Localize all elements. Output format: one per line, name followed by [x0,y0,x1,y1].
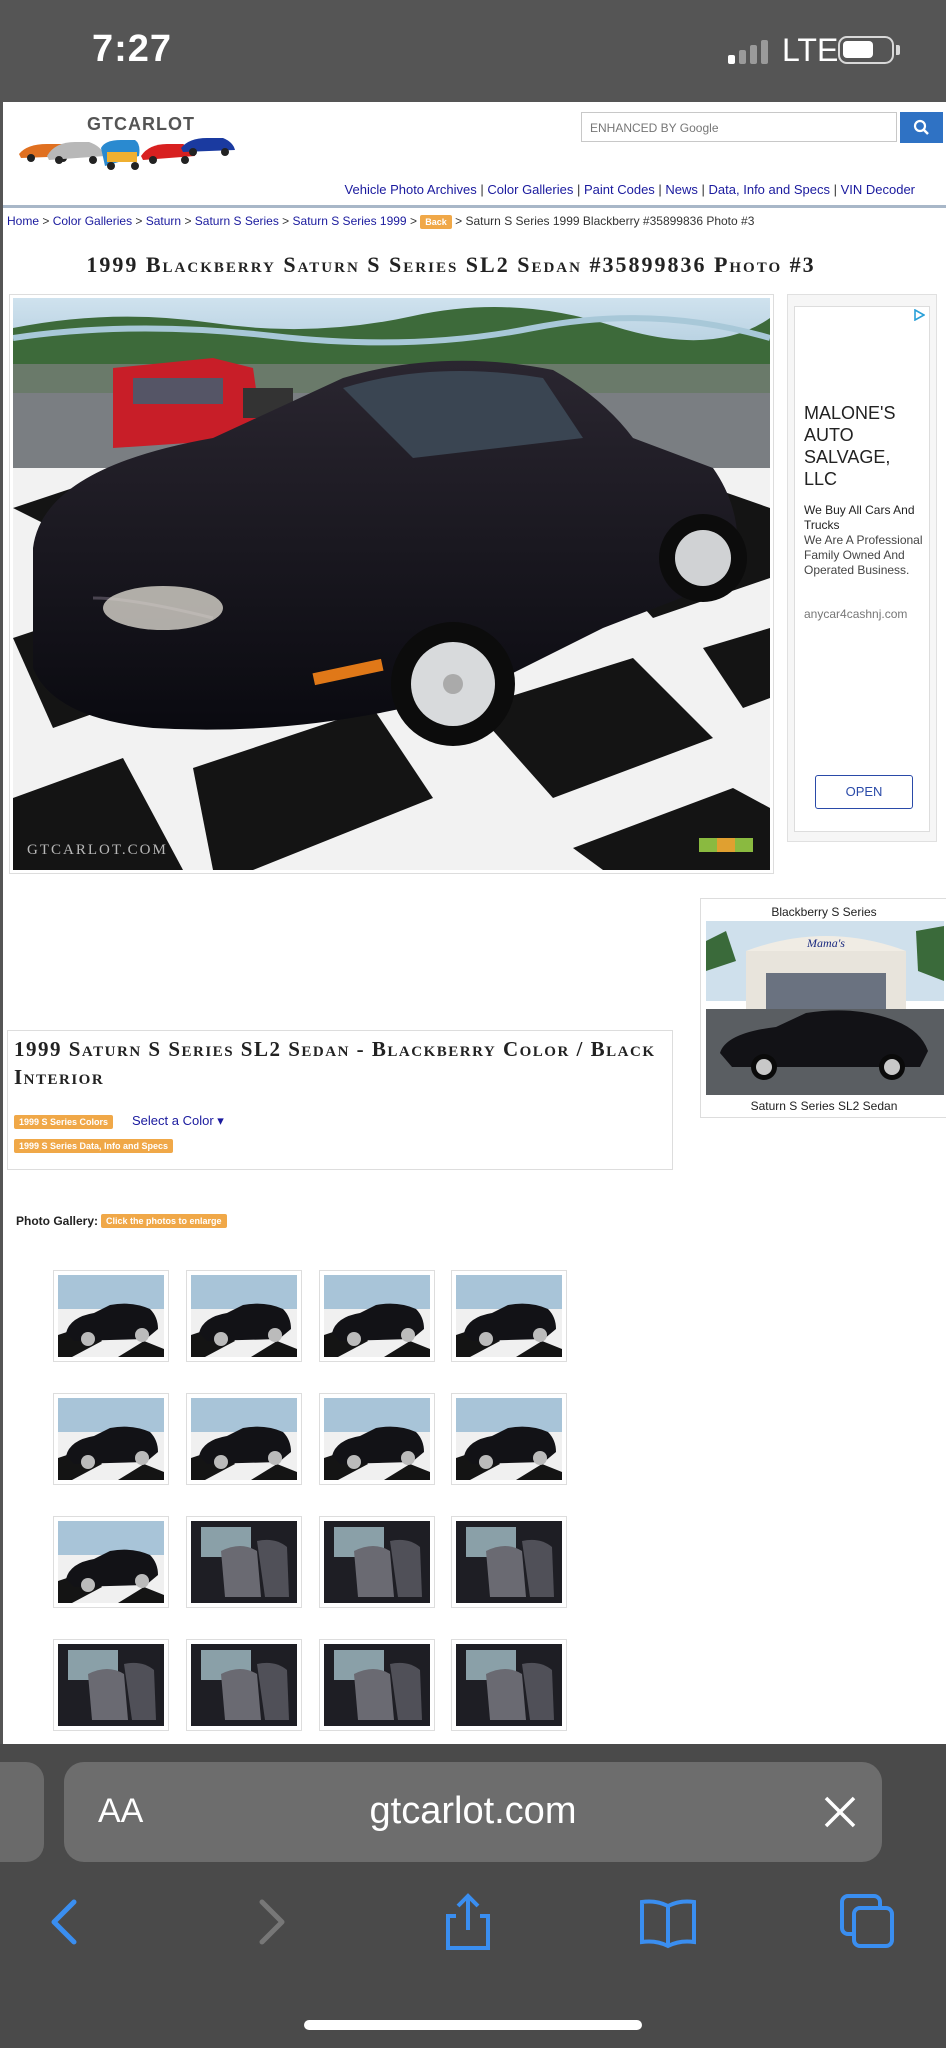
breadcrumb-home[interactable]: Home [7,214,39,228]
breadcrumb: Home > Color Galleries > Saturn > Saturn… [7,214,755,229]
exterior-photo[interactable] [456,1275,562,1357]
gallery-label: Photo Gallery: [16,1214,99,1228]
interior-photo[interactable] [324,1644,430,1726]
gallery-thumbnail[interactable] [319,1516,435,1608]
search-icon [913,119,929,135]
search-placeholder: ENHANCED BY Google [590,121,719,135]
gallery-thumbnail[interactable] [451,1516,567,1608]
exterior-photo[interactable] [58,1275,164,1357]
dealership-sign: Mama's [806,936,845,950]
browser-toolbar: AA gtcarlot.com [0,1744,946,2048]
vehicle-title: 1999 Saturn S Series SL2 Sedan - Blackbe… [14,1037,656,1089]
select-color-dropdown[interactable]: Select a Color ▾ [132,1113,224,1129]
url-text: gtcarlot.com [369,1790,577,1832]
header-divider [3,205,946,208]
top-nav: Vehicle Photo Archives | Color Galleries… [344,182,915,197]
related-car-photo[interactable]: Mama's [706,921,944,1095]
nav-link-data-specs[interactable]: Data, Info and Specs [709,182,830,197]
back-icon[interactable] [36,1892,96,1952]
data-specs-link[interactable]: 1999 S Series Data, Info and Specs [14,1139,174,1153]
gallery-hint: Click the photos to enlarge [101,1214,227,1228]
ad-company-name: MALONE'S AUTO SALVAGE, LLC [804,403,896,489]
ad-url: anycar4cashnj.com [804,607,908,621]
breadcrumb-current: Saturn S Series 1999 Blackberry #3589983… [465,214,755,228]
nav-link-news[interactable]: News [665,182,698,197]
gallery-thumbnail[interactable] [186,1516,302,1608]
nav-link-paint-codes[interactable]: Paint Codes [584,182,655,197]
colors-link[interactable]: 1999 S Series Colors [14,1115,114,1129]
interior-photo[interactable] [324,1521,430,1603]
interior-photo[interactable] [456,1521,562,1603]
nav-link-vin-decoder[interactable]: VIN Decoder [841,182,915,197]
ad-unit[interactable]: MALONE'S AUTO SALVAGE, LLC We Buy All Ca… [794,306,930,832]
search-button[interactable] [900,112,943,143]
ad-headline: We Buy All Cars And Trucks [804,503,915,532]
share-icon[interactable] [438,1892,498,1952]
exterior-photo[interactable] [191,1275,297,1357]
nav-link-color-galleries[interactable]: Color Galleries [487,182,573,197]
exterior-photo[interactable] [324,1275,430,1357]
tabs-icon[interactable] [838,1892,898,1952]
back-button[interactable]: Back [420,214,452,229]
interior-photo[interactable] [191,1521,297,1603]
gallery-thumbnail[interactable] [451,1639,567,1731]
gallery-thumbnail[interactable] [319,1270,435,1362]
gallery-thumbnail[interactable] [451,1270,567,1362]
gallery-thumbnail[interactable] [186,1270,302,1362]
breadcrumb-saturn-s-series-1999[interactable]: Saturn S Series 1999 [293,214,407,228]
gallery-thumbnail[interactable] [451,1393,567,1485]
gallery-thumbnail[interactable] [53,1516,169,1608]
related-card[interactable]: Blackberry S Series Mama's Saturn S Seri… [700,898,946,1118]
status-time: 7:27 [92,28,173,70]
breadcrumb-saturn-s-series[interactable]: Saturn S Series [195,214,279,228]
address-bar[interactable]: AA gtcarlot.com [64,1762,882,1862]
nav-link-photo-archives[interactable]: Vehicle Photo Archives [345,182,477,197]
battery-icon [838,36,900,64]
gallery-thumbnail[interactable] [53,1393,169,1485]
site-logo[interactable]: GTCARLOT [17,110,247,174]
exterior-photo[interactable] [456,1398,562,1480]
forward-icon[interactable] [240,1892,300,1952]
gallery-thumbnail[interactable] [186,1639,302,1731]
gallery-thumbnail[interactable] [53,1270,169,1362]
close-icon[interactable] [822,1794,858,1830]
related-card-caption: Saturn S Series SL2 Sedan [750,1099,898,1113]
network-type: LTE [782,32,839,68]
gallery-thumbnail[interactable] [319,1639,435,1731]
search-input[interactable]: ENHANCED BY Google [581,112,897,142]
status-bar: 7:27 LTE [0,0,946,102]
exterior-photo[interactable] [58,1521,164,1603]
breadcrumb-color-galleries[interactable]: Color Galleries [53,214,132,228]
ad-choices-icon[interactable] [913,309,925,321]
previous-tab-preview[interactable] [0,1762,44,1862]
interior-photo[interactable] [456,1644,562,1726]
exterior-photo[interactable] [191,1398,297,1480]
web-page: GTCARLOT ENHANCED BY Google Vehicle Phot… [3,102,946,1744]
bookmarks-icon[interactable] [638,1892,698,1952]
breadcrumb-saturn[interactable]: Saturn [146,214,181,228]
gallery-thumbnail[interactable] [186,1393,302,1485]
gallery-thumbnail[interactable] [53,1639,169,1731]
photo-watermark: GTCARLOT.COM [27,842,168,858]
logo-cars-icon [19,138,235,170]
page-title: 1999 Blackberry Saturn S Series SL2 Seda… [86,252,816,277]
main-car-photo[interactable]: GTCARLOT.COM [13,298,770,870]
ad-open-button[interactable]: OPEN [815,775,913,809]
exterior-photo[interactable] [58,1398,164,1480]
vehicle-info-box: 1999 Saturn S Series SL2 Sedan - Blackbe… [7,1030,673,1170]
interior-photo[interactable] [191,1644,297,1726]
interior-photo[interactable] [58,1644,164,1726]
exterior-photo[interactable] [324,1398,430,1480]
home-indicator [304,2020,642,2030]
ad-description: We Are A Professional Family Owned And O… [804,533,923,577]
gallery-thumbnail[interactable] [319,1393,435,1485]
related-card-title: Blackberry S Series [771,905,877,919]
cellular-signal-icon [728,40,768,64]
